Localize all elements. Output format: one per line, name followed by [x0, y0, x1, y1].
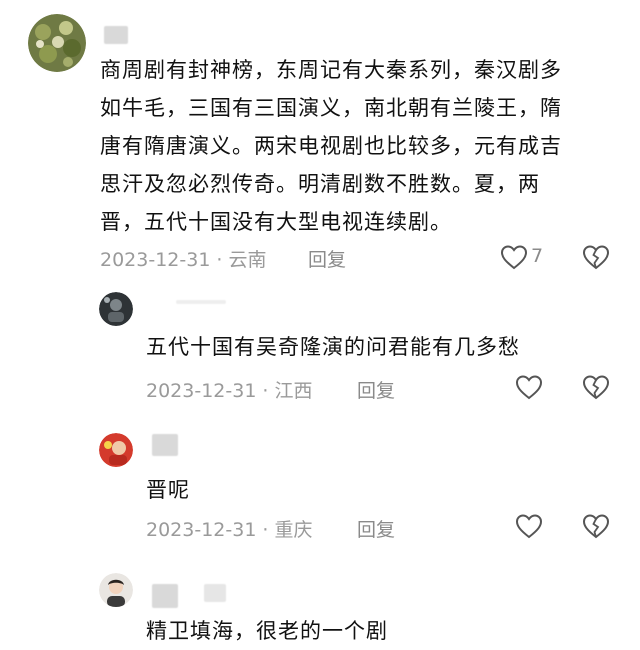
reply-button[interactable]: 回复: [308, 245, 346, 272]
heart-icon[interactable]: [515, 374, 543, 400]
comment-1: 商周剧有封神榜，东周记有大秦系列，秦汉剧多 如牛毛，三国有三国演义，南北朝有兰陵…: [0, 0, 640, 280]
separator-dot: ·: [216, 249, 223, 271]
comment-text: 五代十国有吴奇隆演的问君能有几多愁: [146, 328, 626, 366]
comment-line: 思汗及忽必烈传奇。明清剧数不胜数。夏，两: [100, 172, 540, 196]
comment-line: 精卫填海，很老的一个剧: [146, 619, 388, 643]
comment-3: 晋呢 2023-12-31 · 重庆 回复: [0, 430, 640, 560]
broken-heart-icon[interactable]: [582, 244, 610, 270]
comment-line: 商周剧有封神榜，东周记有大秦系列，秦汉剧多: [100, 58, 562, 82]
comment-location: 云南: [228, 249, 267, 271]
separator-dot: ·: [262, 380, 269, 402]
comment-date: 2023-12-31: [146, 380, 257, 402]
comment-text: 精卫填海，很老的一个剧: [146, 612, 626, 650]
reply-button[interactable]: 回复: [357, 515, 395, 542]
comment-date: 2023-12-31: [100, 249, 211, 271]
comment-location: 重庆: [274, 519, 313, 541]
username-redacted: [152, 584, 178, 608]
reply-button[interactable]: 回复: [357, 376, 395, 403]
comment-2: 五代十国有吴奇隆演的问君能有几多愁 2023-12-31 · 江西 回复: [0, 290, 640, 420]
heart-icon[interactable]: [515, 513, 543, 539]
comment-meta: 2023-12-31 · 云南: [100, 245, 266, 272]
comment-line: 晋，五代十国没有大型电视连续剧。: [100, 210, 452, 234]
username-redacted: [176, 300, 226, 304]
avatar[interactable]: [99, 433, 133, 467]
username-redacted: [104, 26, 128, 44]
comment-line: 晋呢: [146, 478, 190, 502]
comment-line: 如牛毛，三国有三国演义，南北朝有兰陵王，隋: [100, 96, 562, 120]
username-redacted: [204, 584, 226, 602]
comment-4: 精卫填海，很老的一个剧: [0, 570, 640, 645]
username-redacted: [152, 434, 178, 456]
avatar[interactable]: [99, 573, 133, 607]
comment-meta: 2023-12-31 · 重庆: [146, 515, 312, 542]
comment-meta: 2023-12-31 · 江西: [146, 376, 312, 403]
avatar[interactable]: [99, 292, 133, 326]
comment-text: 晋呢: [146, 471, 626, 509]
heart-icon[interactable]: [500, 244, 528, 270]
comment-date: 2023-12-31: [146, 519, 257, 541]
like-count: 7: [531, 245, 544, 267]
separator-dot: ·: [262, 519, 269, 541]
comment-line: 五代十国有吴奇隆演的问君能有几多愁: [146, 335, 520, 359]
comment-line: 唐有隋唐演义。两宋电视剧也比较多，元有成吉: [100, 134, 562, 158]
broken-heart-icon[interactable]: [582, 513, 610, 539]
comment-text: 商周剧有封神榜，东周记有大秦系列，秦汉剧多 如牛毛，三国有三国演义，南北朝有兰陵…: [100, 51, 630, 241]
avatar[interactable]: [28, 14, 86, 72]
comment-location: 江西: [274, 380, 313, 402]
broken-heart-icon[interactable]: [582, 374, 610, 400]
